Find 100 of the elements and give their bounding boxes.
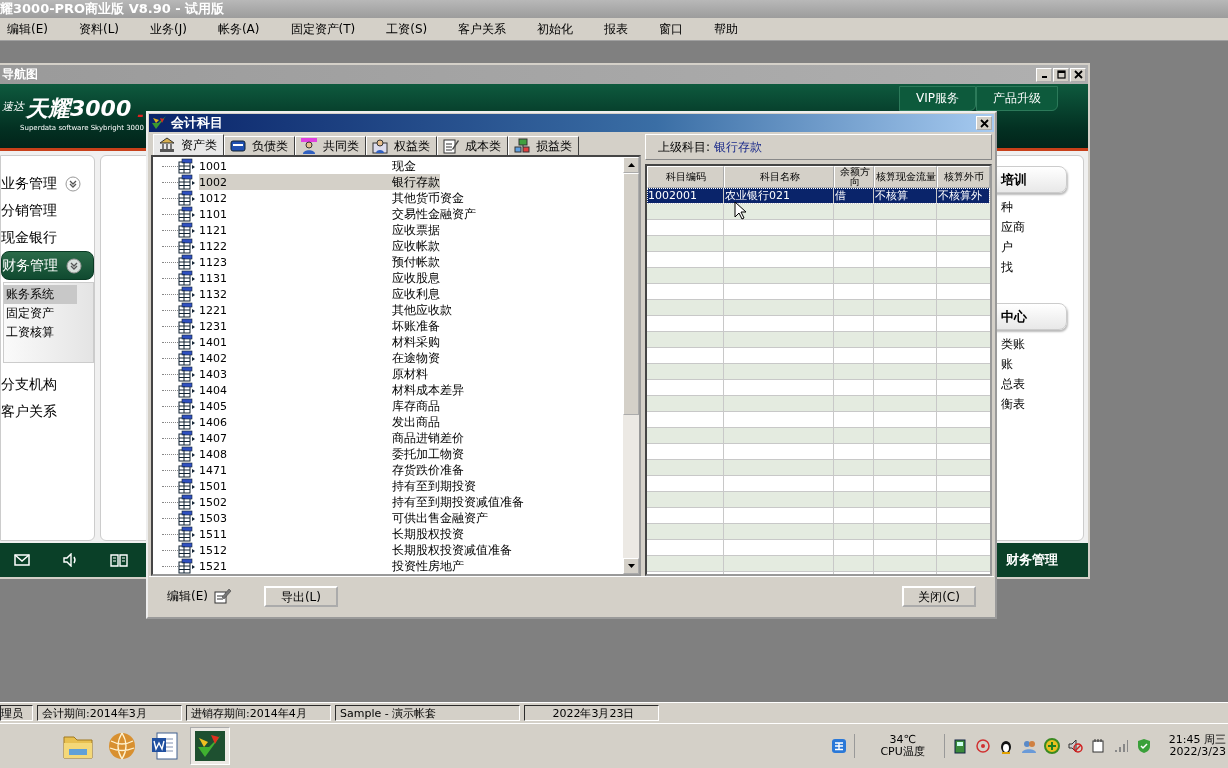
account-name: 发出商品 bbox=[392, 413, 440, 431]
account-code: 1511 bbox=[199, 527, 228, 541]
tree-item[interactable]: 1402 在途物资 bbox=[199, 350, 440, 366]
close-icon bbox=[1073, 70, 1083, 79]
app-logo-icon bbox=[193, 729, 227, 763]
tree-item[interactable]: 1406 发出商品 bbox=[199, 414, 440, 430]
table-icon bbox=[178, 206, 196, 222]
phone-icon bbox=[951, 738, 968, 754]
sidebar-group[interactable]: 业务管理 bbox=[1, 170, 94, 197]
menu-item[interactable]: 资料(L) bbox=[73, 20, 129, 38]
tab[interactable]: 损益类 bbox=[508, 136, 579, 155]
dialog-button[interactable]: 导出(L) bbox=[263, 585, 338, 607]
column-header[interactable]: 科目名称 bbox=[724, 166, 834, 188]
network-icon bbox=[514, 138, 530, 154]
scrollbar[interactable] bbox=[623, 157, 639, 574]
edit-menu-label[interactable]: 编辑(E) bbox=[167, 587, 208, 605]
account-code: 1406 bbox=[199, 415, 228, 429]
tree-item[interactable]: 1403 原材料 bbox=[199, 366, 428, 382]
close-button[interactable] bbox=[1070, 67, 1086, 82]
table-icon bbox=[178, 510, 196, 526]
people-icon bbox=[301, 138, 317, 154]
tree-item[interactable]: 1123 预付帐款 bbox=[199, 254, 440, 270]
tab[interactable]: 权益类 bbox=[366, 136, 437, 155]
column-header[interactable]: 核算现金流量 bbox=[874, 166, 937, 188]
tree-item[interactable]: 1002 银行存款 bbox=[199, 174, 440, 190]
close-button[interactable] bbox=[976, 116, 992, 130]
tab[interactable]: 成本类 bbox=[437, 136, 508, 155]
account-code: 1408 bbox=[199, 447, 228, 461]
menu-item[interactable]: 初始化 bbox=[532, 20, 584, 38]
submenu-item[interactable]: 工资核算 bbox=[4, 323, 78, 342]
tab[interactable]: 负债类 bbox=[224, 136, 295, 155]
tree-item[interactable]: 1512 长期股权投资减值准备 bbox=[199, 542, 512, 558]
account-code: 1512 bbox=[199, 543, 228, 557]
menu-item[interactable]: 业务(J) bbox=[145, 20, 197, 38]
scroll-up-button[interactable] bbox=[623, 157, 639, 173]
menu-item[interactable]: 帮助 bbox=[709, 20, 749, 38]
menu-item[interactable]: 编辑(E) bbox=[2, 20, 58, 38]
sidebar-item[interactable]: 分支机构 bbox=[1, 371, 94, 398]
scroll-down-button[interactable] bbox=[623, 558, 639, 574]
taskbar-app-button[interactable] bbox=[190, 727, 230, 765]
tree-item[interactable]: 1122 应收帐款 bbox=[199, 238, 440, 254]
header-tab[interactable]: VIP服务 bbox=[899, 86, 976, 111]
tree-item[interactable]: 1001 现金 bbox=[199, 158, 416, 174]
tree-item[interactable]: 1012 其他货币资金 bbox=[199, 190, 464, 206]
account-code: 1404 bbox=[199, 383, 228, 397]
table-icon bbox=[178, 478, 196, 494]
column-header[interactable]: 科目编码 bbox=[647, 166, 724, 188]
sidebar-item[interactable]: 现金银行 bbox=[1, 224, 94, 251]
table-icon bbox=[178, 318, 196, 334]
people-icon bbox=[1020, 738, 1037, 754]
status-field: 会计期间:2014年3月 bbox=[37, 705, 182, 721]
submenu-item[interactable]: 账务系统 bbox=[4, 285, 78, 304]
sidebar-item[interactable]: 客户关系 bbox=[1, 398, 94, 425]
table-row[interactable]: 1002001 农业银行021 借 不核算 不核算外 bbox=[647, 188, 990, 204]
account-code: 1122 bbox=[199, 239, 228, 253]
account-code: 1471 bbox=[199, 463, 228, 477]
submenu-item[interactable]: 固定资产 bbox=[4, 304, 78, 323]
scroll-thumb[interactable] bbox=[623, 173, 639, 415]
tree-item[interactable]: 1221 其他应收款 bbox=[199, 302, 452, 318]
menu-item[interactable]: 窗口 bbox=[654, 20, 694, 38]
tree-item[interactable]: 1408 委托加工物资 bbox=[199, 446, 464, 462]
minimize-button[interactable] bbox=[1036, 67, 1052, 82]
chevron-down-icon bbox=[66, 257, 82, 274]
field-label: 上级科目: bbox=[658, 138, 711, 156]
account-code: 1131 bbox=[199, 271, 228, 285]
tab[interactable]: 资产类 bbox=[153, 134, 224, 155]
column-header[interactable]: 核算外币 bbox=[937, 166, 990, 188]
menu-item[interactable]: 固定资产(T) bbox=[285, 20, 366, 38]
tree-item[interactable]: 1407 商品进销差价 bbox=[199, 430, 464, 446]
card-icon bbox=[230, 138, 246, 154]
tree-item[interactable]: 1502 持有至到期投资减值准备 bbox=[199, 494, 524, 510]
account-code: 1101 bbox=[199, 207, 228, 221]
status-field: 理员 bbox=[0, 705, 33, 721]
dialog-button[interactable]: 关闭(C) bbox=[902, 585, 976, 607]
tree-item[interactable]: 1521 投资性房地产 bbox=[199, 558, 464, 574]
tree-item[interactable]: 1231 坏账准备 bbox=[199, 318, 440, 334]
tree-item[interactable]: 1131 应收股息 bbox=[199, 270, 440, 286]
account-name: 交易性金融资产 bbox=[392, 205, 476, 223]
tree-item[interactable]: 1405 库存商品 bbox=[199, 398, 440, 414]
maximize-button[interactable] bbox=[1053, 67, 1069, 82]
account-name: 其他应收款 bbox=[392, 301, 452, 319]
sidebar-group[interactable]: 财务管理 bbox=[1, 251, 94, 280]
menu-item[interactable]: 工资(S) bbox=[381, 20, 438, 38]
tree-item[interactable]: 1511 长期股权投资 bbox=[199, 526, 464, 542]
sidebar-item[interactable]: 分销管理 bbox=[1, 197, 94, 224]
tree-item[interactable]: 1121 应收票据 bbox=[199, 222, 440, 238]
account-code: 1221 bbox=[199, 303, 228, 317]
tree-item[interactable]: 1101 交易性金融资产 bbox=[199, 206, 476, 222]
tree-item[interactable]: 1471 存货跌价准备 bbox=[199, 462, 464, 478]
menu-item[interactable]: 客户关系 bbox=[453, 20, 517, 38]
menu-item[interactable]: 帐务(A) bbox=[212, 20, 270, 38]
column-header[interactable]: 余额方向 bbox=[834, 166, 874, 188]
tree-item[interactable]: 1401 材料采购 bbox=[199, 334, 440, 350]
tree-item[interactable]: 1503 可供出售金融资产 bbox=[199, 510, 488, 526]
tree-item[interactable]: 1404 材料成本差异 bbox=[199, 382, 464, 398]
tab[interactable]: 共同类 bbox=[295, 136, 366, 155]
menu-item[interactable]: 报表 bbox=[599, 20, 639, 38]
tree-item[interactable]: 1501 持有至到期投资 bbox=[199, 478, 476, 494]
header-tab[interactable]: 产品升级 bbox=[976, 86, 1058, 111]
tree-item[interactable]: 1132 应收利息 bbox=[199, 286, 440, 302]
